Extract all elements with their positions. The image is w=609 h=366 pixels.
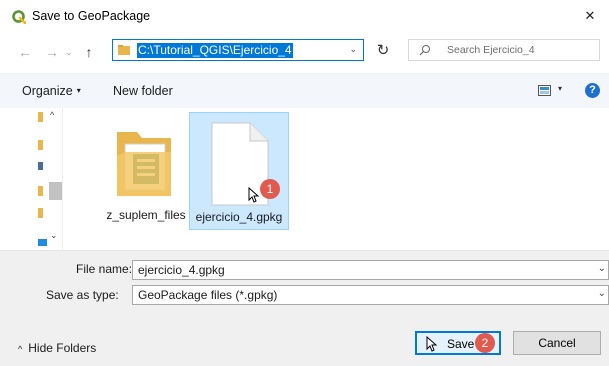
search-icon — [419, 45, 430, 56]
refresh-icon: ↻ — [376, 42, 390, 59]
file-name-value: ejercicio_4.gpkg — [138, 263, 225, 277]
scrollbar-thumb[interactable] — [49, 182, 62, 200]
save-type-value: GeoPackage files (*.gpkg) — [138, 288, 278, 302]
forward-button[interactable]: → — [41, 42, 63, 62]
address-row: ← → ⌄ ↑ C:\Tutorial_QGIS\Ejercicio_4 ⌄ ↻ — [0, 32, 609, 70]
nav-network-icon[interactable] — [38, 239, 47, 246]
chevron-down-icon[interactable]: ⌄ — [349, 44, 357, 55]
organize-button[interactable]: Organize ▾ — [22, 84, 81, 98]
nav-folder-icon[interactable] — [38, 140, 43, 150]
chevron-down-icon[interactable]: ⌄ — [598, 288, 606, 299]
hide-folders-label: Hide Folders — [28, 341, 97, 355]
view-options-icon[interactable] — [538, 85, 551, 96]
search-input[interactable]: Search Ejercicio_4 — [408, 39, 600, 61]
toolbar: Organize ▾ New folder ▾ ? — [0, 73, 609, 109]
navigation-pane[interactable]: ^ ⌄ — [0, 108, 63, 250]
title-bar: Save to GeoPackage ✕ — [0, 0, 609, 32]
search-placeholder: Search Ejercicio_4 — [447, 44, 535, 56]
step-badge: 1 — [260, 179, 280, 199]
forward-arrow-icon: → — [45, 44, 59, 60]
scroll-up-icon[interactable]: ^ — [50, 110, 54, 120]
mouse-cursor-icon — [248, 187, 259, 203]
address-bar[interactable]: C:\Tutorial_QGIS\Ejercicio_4 ⌄ — [112, 39, 364, 61]
save-options-panel: File name: ejercicio_4.gpkg ⌄ Save as ty… — [0, 250, 609, 366]
save-label: Save — [447, 337, 475, 351]
scroll-down-icon[interactable]: ⌄ — [50, 230, 58, 241]
up-arrow-icon: ↑ — [85, 44, 93, 60]
up-button[interactable]: ↑ — [78, 42, 100, 62]
close-icon: ✕ — [584, 8, 596, 23]
cancel-button[interactable]: Cancel — [513, 331, 601, 355]
view-dropdown-icon[interactable]: ▾ — [558, 84, 562, 93]
nav-folder-icon[interactable] — [38, 186, 43, 196]
list-item[interactable]: z_suplem_files — [96, 114, 196, 232]
new-folder-button[interactable]: New folder — [113, 84, 173, 98]
help-button[interactable]: ? — [585, 83, 600, 98]
folder-icon — [118, 45, 130, 55]
list-item[interactable]: 1 ejercicio_4.gpkg — [189, 112, 289, 230]
file-name: ejercicio_4.gpkg — [195, 210, 283, 224]
file-name-field[interactable]: ejercicio_4.gpkg ⌄ — [132, 260, 609, 280]
nav-folder-icon[interactable] — [38, 112, 43, 122]
recent-locations-button[interactable]: ⌄ — [62, 42, 76, 62]
close-button[interactable]: ✕ — [571, 0, 609, 32]
save-type-select[interactable]: GeoPackage files (*.gpkg) ⌄ — [132, 285, 609, 305]
nav-drive-icon[interactable] — [38, 162, 43, 170]
folder-icon — [117, 132, 171, 196]
file-list[interactable]: z_suplem_files 1 ejercicio_4.gpkg — [63, 108, 609, 250]
address-path: C:\Tutorial_QGIS\Ejercicio_4 — [137, 43, 293, 58]
hide-folders-button[interactable]: ^ Hide Folders — [18, 341, 96, 355]
chevron-down-icon: ⌄ — [65, 46, 73, 57]
chevron-down-icon[interactable]: ⌄ — [598, 263, 606, 274]
caret-down-icon: ▾ — [76, 86, 81, 95]
save-dialog: Save to GeoPackage ✕ ← → ⌄ ↑ C:\Tutorial… — [0, 0, 609, 366]
mouse-cursor-icon — [426, 336, 437, 352]
nav-folder-icon[interactable] — [38, 208, 43, 218]
qgis-icon — [12, 10, 26, 24]
back-button[interactable]: ← — [14, 42, 36, 62]
save-type-label: Save as type: — [46, 288, 119, 302]
step-badge: 2 — [475, 333, 495, 353]
window-title: Save to GeoPackage — [32, 9, 151, 23]
file-name: z_suplem_files — [106, 208, 186, 222]
chevron-up-icon: ^ — [18, 344, 23, 354]
refresh-button[interactable]: ↻ — [372, 40, 394, 60]
organize-label: Organize — [22, 84, 73, 98]
save-button[interactable]: Save 2 — [415, 331, 501, 355]
back-arrow-icon: ← — [18, 44, 32, 60]
file-name-label: File name: — [76, 262, 133, 276]
